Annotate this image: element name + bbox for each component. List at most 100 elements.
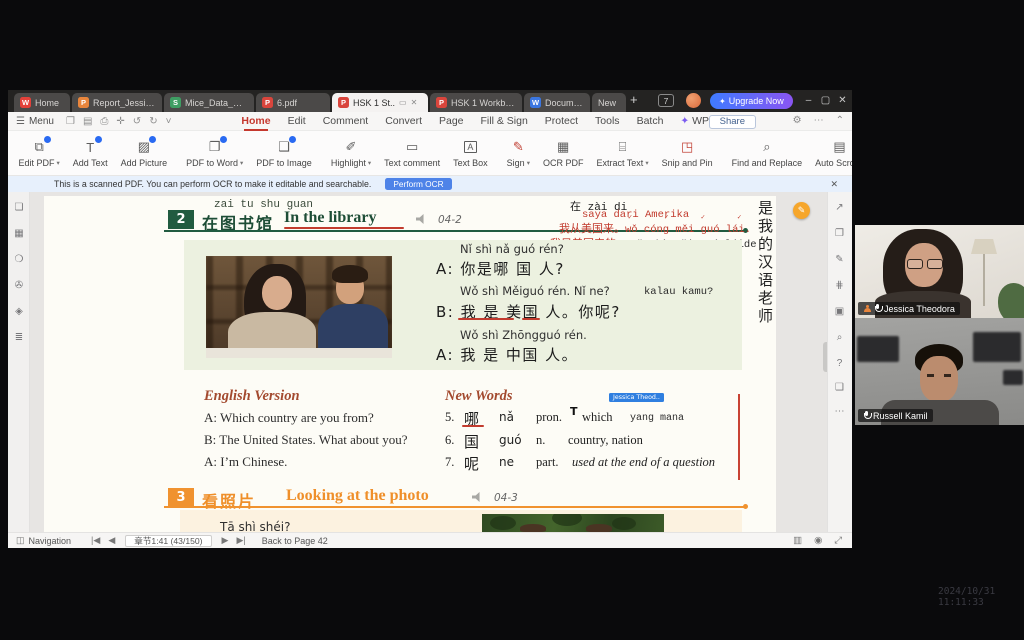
tab-report[interactable]: P Report_Jessica_10.. [72,93,162,112]
new-word-7-meaning: used at the end of a question [572,455,715,470]
video-tile-russell[interactable]: Russell Kamil [855,318,1024,425]
open-file-icon[interactable]: ❐ [66,116,75,127]
layers-icon[interactable]: ≣ [8,332,30,343]
presentation-icon: P [78,97,89,108]
audio-speaker-icon [472,492,485,502]
more-panel-icon[interactable]: ⋯ [827,406,852,417]
undo-icon[interactable]: ↺ [133,116,141,127]
close-tab-icon[interactable]: ✕ [411,98,418,107]
menu-protect[interactable]: Protect [545,115,578,127]
trial-days-badge[interactable]: 7 [658,94,674,107]
redo-icon[interactable]: ↻ [149,116,157,127]
share-button[interactable]: Share [709,115,756,129]
back-to-page-link[interactable]: Back to Page 42 [262,536,328,546]
auto-scroll-button[interactable]: ▤ Auto Scroll▾ [809,133,852,173]
navigation-panel-icon[interactable]: ◫ [16,535,25,546]
translate-panel-icon[interactable]: ⋕ [827,280,852,291]
dialogue-pinyin-3: Wǒ shì Zhōngguó rén. [460,328,587,342]
mic-icon [863,411,870,421]
tab-new[interactable]: New [592,93,626,112]
tab-hsk1-workbook[interactable]: P HSK 1 Workbook.. [430,93,522,112]
tab-hsk1-student[interactable]: P HSK 1 St.. ▭ ✕ [332,93,428,112]
save-icon[interactable]: ▤ [83,116,92,127]
new-words-heading: New Words [445,388,513,405]
first-page-icon[interactable]: |◀ [91,535,100,546]
account-avatar[interactable] [686,93,701,108]
edit-pdf-button[interactable]: ⧉ Edit PDF▾ [12,133,66,173]
menu-tools[interactable]: Tools [595,115,620,127]
fullscreen-icon[interactable]: ⤢ [834,535,842,546]
menu-comment[interactable]: Comment [323,115,369,127]
new-word-6-meaning: country, nation [568,433,643,448]
main-menu-button[interactable]: Menu [16,116,54,127]
more-quick-icon[interactable]: ˅ [166,116,172,127]
vertical-text-column: 是我的汉语老师 [755,200,776,326]
maximize-button[interactable]: ▢ [818,93,833,108]
sign-button[interactable]: ✎ Sign▾ [500,133,536,173]
pdf-to-image-button[interactable]: ❑ PDF to Image [250,133,319,173]
bookmark-icon[interactable]: ❏ [8,202,30,213]
menu-fill-sign[interactable]: Fill & Sign [481,115,528,127]
red-underline-annotation [462,425,484,427]
tab-home[interactable]: W Home [14,93,70,112]
save-cloud-icon[interactable]: ▣ [827,306,852,317]
share-link-icon[interactable]: ↗ [827,202,852,213]
more-options-icon[interactable]: ⋯ [814,115,824,126]
menu-home[interactable]: Home [241,115,270,127]
ocr-pdf-button[interactable]: ▦ OCR PDF [536,133,590,173]
thumbnails-icon[interactable]: ▦ [8,228,30,239]
navigation-label[interactable]: Navigation [29,536,72,546]
quick-edit-floating-button[interactable]: ✎ [793,202,810,219]
feedback-icon[interactable]: ❑ [827,382,852,393]
settings-gear-icon[interactable]: ⚙ [793,115,802,126]
prev-page-icon[interactable]: ◀ [108,535,115,546]
comments-panel-icon[interactable]: ❍ [8,254,30,265]
minimize-button[interactable]: – [801,93,816,108]
perform-ocr-button[interactable]: Perform OCR [385,178,451,190]
pdf-to-word-button[interactable]: ❐ PDF to Word▾ [180,133,250,173]
tab-mice-data[interactable]: S Mice_Data_Collec.. [164,93,254,112]
annotate-pen-icon[interactable]: ✎ [827,254,852,265]
page-indicator[interactable]: 章节1:41 (43/150) [125,535,211,547]
extract-text-button[interactable]: ⌸ Extract Text▾ [590,133,655,173]
add-picture-icon: ▨ [135,139,153,156]
menu-page[interactable]: Page [439,115,464,127]
new-tab-button[interactable]: + [630,92,638,107]
panel-collapse-handle[interactable] [823,342,827,372]
close-window-button[interactable]: ✕ [835,93,850,108]
edit-pdf-icon: ⧉ [30,139,48,156]
menu-batch[interactable]: Batch [637,115,664,127]
attachment-icon[interactable]: ✇ [8,280,30,291]
hand-tool-icon[interactable]: ✛ [116,116,124,127]
mic-icon [874,304,881,314]
play-presentation-icon[interactable]: ◉ [814,535,822,546]
ocr-notice-bar: This is a scanned PDF. You can perform O… [8,176,852,192]
tab-document1[interactable]: W Document1 [524,93,590,112]
handwritten-congmeiguo: 我从美国来。wǒ cóng měi guó lái. [559,220,751,236]
section3-pinyin-line: Tā shì shéi? [220,520,290,532]
upgrade-now-button[interactable]: Upgrade Now [710,93,793,109]
read-mode-icon[interactable]: ▥ [793,535,802,546]
doc-info-icon[interactable]: ❐ [827,228,852,239]
sign-icon: ✎ [509,139,527,156]
tab-6pdf[interactable]: P 6.pdf [256,93,330,112]
video-tile-jessica[interactable]: Jessica Theodora [855,225,1024,318]
highlight-button[interactable]: ✐ Highlight▾ [324,133,377,173]
menu-edit[interactable]: Edit [288,115,306,127]
add-picture-button[interactable]: ▨ Add Picture [114,133,174,173]
search-icon[interactable]: ⌕ [827,332,852,343]
menu-convert[interactable]: Convert [385,115,422,127]
last-page-icon[interactable]: ▶| [236,535,245,546]
text-comment-button[interactable]: ▭ Text comment [378,133,447,173]
snip-and-pin-button[interactable]: ◳ Snip and Pin [655,133,719,173]
find-and-replace-button[interactable]: ⌕ Find and Replace [725,133,809,173]
text-box-button[interactable]: A Text Box [447,133,495,173]
print-icon[interactable]: ⎙ [100,116,108,127]
collapse-ribbon-icon[interactable]: ⌃ [836,115,844,126]
stamp-icon[interactable]: ◈ [8,306,30,317]
next-page-icon[interactable]: ▶ [222,535,229,546]
add-text-button[interactable]: T Add Text [66,133,114,173]
help-icon[interactable]: ? [827,358,852,369]
close-notice-icon[interactable]: ✕ [830,179,838,190]
participant-label: Russell Kamil [858,409,933,422]
